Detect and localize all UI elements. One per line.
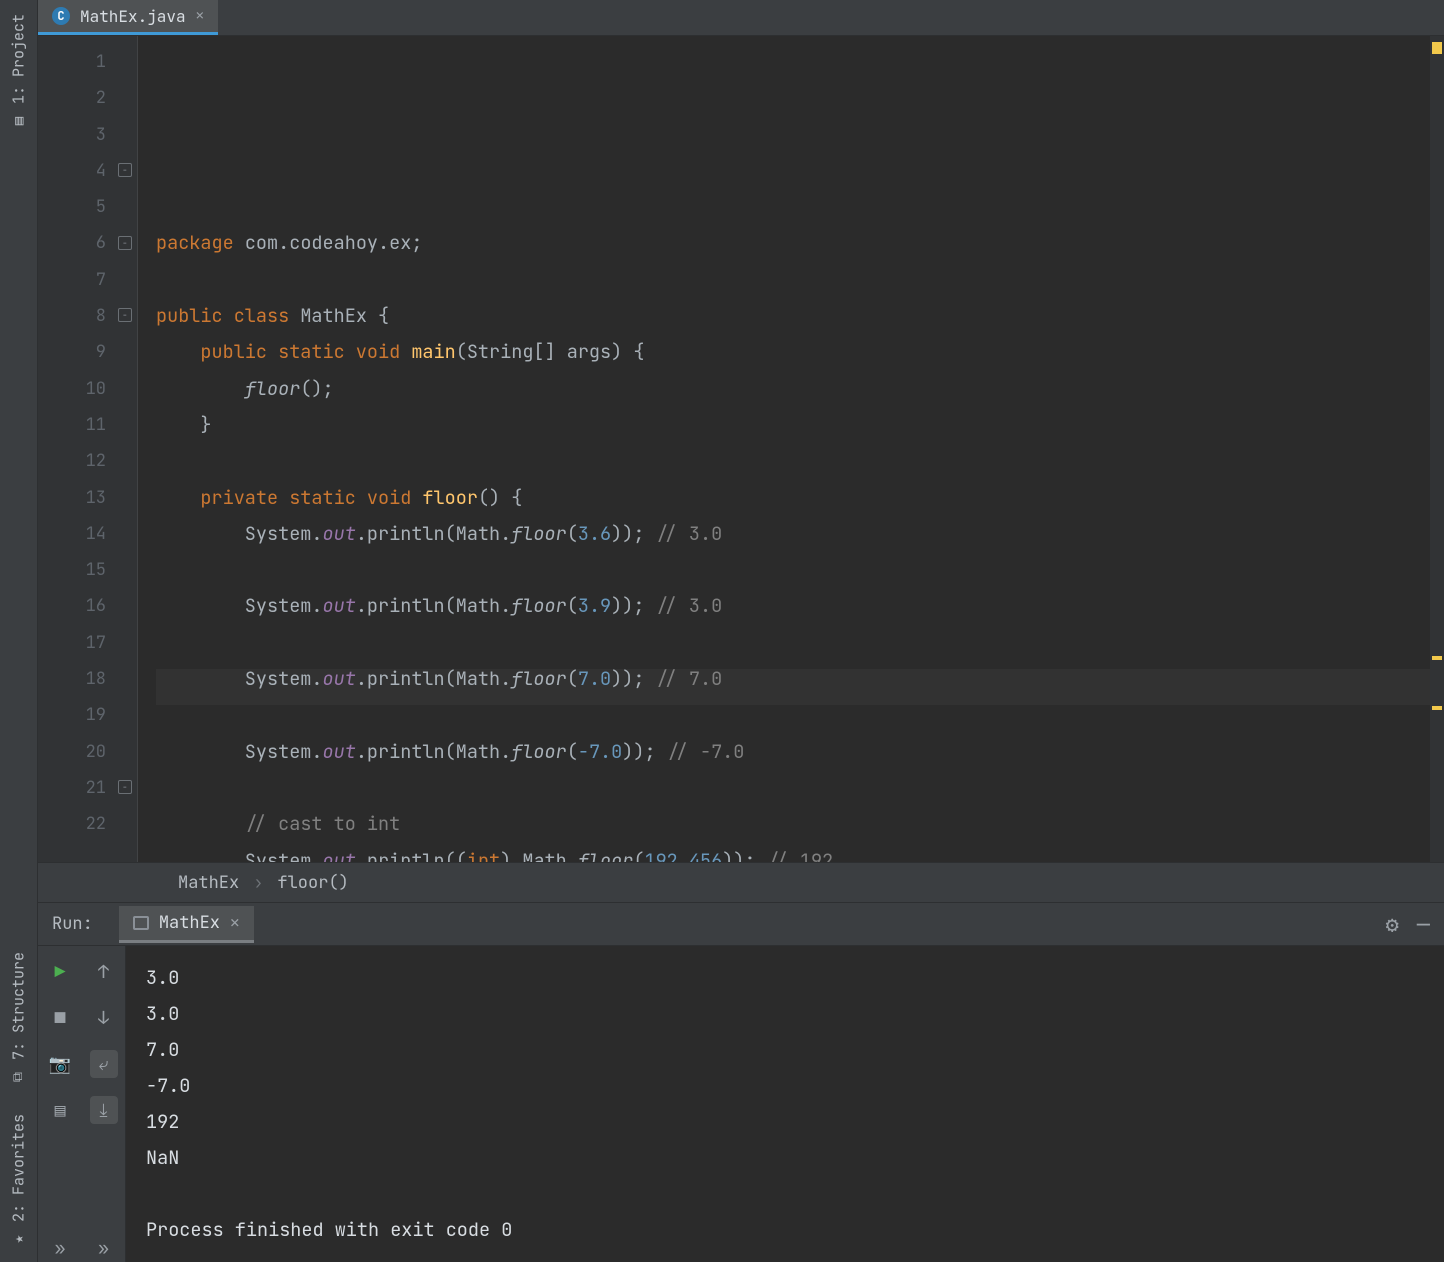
code-line[interactable]: package com.codeahoy.ex; [156,225,1430,261]
structure-icon: ⧉ [10,1072,28,1082]
line-number[interactable]: 21 [38,770,106,806]
gear-icon[interactable]: ⚙ [1386,910,1399,939]
code-line[interactable] [156,443,1430,479]
code-line[interactable] [156,697,1430,733]
fold-icon[interactable]: − [118,308,132,322]
line-number-gutter[interactable]: 12345678910111213141516171819202122 [38,36,116,862]
code-text-area[interactable]: package com.codeahoy.ex; public class Mat… [138,36,1430,862]
sidebar-structure[interactable]: ⧉ 7: Structure [0,938,37,1100]
console-output[interactable]: 3.0 3.0 7.0 -7.0 192 NaN Process finishe… [126,946,1444,1262]
close-icon[interactable]: ✕ [230,912,240,933]
code-line[interactable]: floor(); [156,371,1430,407]
code-line[interactable] [156,552,1430,588]
breadcrumb-item[interactable]: MathEx [178,872,239,894]
java-class-icon: C [52,7,70,25]
fold-icon[interactable]: − [118,780,132,794]
sidebar-favorites-label: 2: Favorites [9,1114,29,1222]
error-stripe[interactable] [1430,36,1444,862]
breadcrumb-item[interactable]: floor() [277,872,348,894]
line-number[interactable]: 7 [38,262,106,298]
line-number[interactable]: 8 [38,298,106,334]
warning-marker[interactable] [1432,42,1442,54]
sidebar-favorites[interactable]: ★ 2: Favorites [0,1100,37,1262]
code-line[interactable]: System.out.println(Math.floor(-7.0)); //… [156,734,1430,770]
camera-icon[interactable]: 📷 [46,1050,74,1078]
more-icon[interactable]: » [90,1234,118,1262]
line-number[interactable]: 10 [38,371,106,407]
stop-button[interactable]: ■ [46,1004,74,1032]
line-number[interactable]: 13 [38,480,106,516]
code-line[interactable] [156,262,1430,298]
line-number[interactable]: 19 [38,697,106,733]
layout-icon[interactable]: ▤ [46,1096,74,1124]
run-label: Run: [52,913,93,935]
line-number[interactable]: 20 [38,734,106,770]
run-config-name: MathEx [159,912,220,934]
close-icon[interactable]: ✕ [196,7,204,25]
line-number[interactable]: 3 [38,117,106,153]
minimize-icon[interactable]: — [1417,910,1430,939]
code-line[interactable]: } [156,407,1430,443]
soft-wrap-icon[interactable]: ⤶ [90,1050,118,1078]
more-icon[interactable]: » [46,1234,74,1262]
line-number[interactable]: 17 [38,625,106,661]
chevron-right-icon: › [253,872,263,894]
sidebar-structure-label: 7: Structure [9,952,29,1060]
line-number[interactable]: 9 [38,334,106,370]
folder-icon: ▤ [10,117,28,125]
line-number[interactable]: 14 [38,516,106,552]
sidebar-project-label: 1: Project [9,14,29,104]
run-button[interactable]: ▶ [46,958,74,986]
code-line[interactable]: // cast to int [156,806,1430,842]
editor-tab-bar: C MathEx.java ✕ [38,0,1444,36]
fold-column[interactable]: − − − − [116,36,138,862]
line-number[interactable]: 12 [38,443,106,479]
line-number[interactable]: 5 [38,189,106,225]
fold-icon[interactable]: − [118,236,132,250]
code-line[interactable] [156,770,1430,806]
code-line[interactable]: System.out.println(Math.floor(3.6)); // … [156,516,1430,552]
scroll-to-end-icon[interactable]: ⤓ [90,1096,118,1124]
fold-icon[interactable]: − [118,163,132,177]
line-number[interactable]: 11 [38,407,106,443]
line-number[interactable]: 4 [38,153,106,189]
code-line[interactable]: System.out.println((int) Math.floor(192.… [156,843,1430,862]
line-number[interactable]: 2 [38,80,106,116]
code-line[interactable]: System.out.println(Math.floor(7.0)); // … [156,661,1430,697]
up-arrow-icon[interactable]: ↑ [90,958,118,986]
star-icon: ★ [10,1235,28,1243]
sidebar-project[interactable]: ▤ 1: Project [0,0,37,144]
editor-tab-mathex[interactable]: C MathEx.java ✕ [38,0,218,35]
line-number[interactable]: 18 [38,661,106,697]
tab-filename: MathEx.java [80,6,186,27]
line-number[interactable]: 16 [38,588,106,624]
application-icon [133,916,149,930]
warning-marker[interactable] [1432,656,1442,660]
code-line[interactable]: private static void floor() { [156,480,1430,516]
line-number[interactable]: 6 [38,225,106,261]
warning-marker[interactable] [1432,706,1442,710]
code-line[interactable] [156,625,1430,661]
run-tool-window: ▶ ■ 📷 ▤ » ↑ ↓ ⤶ ⤓ » 3.0 3.0 7.0 -7.0 192… [38,946,1444,1262]
line-number[interactable]: 22 [38,806,106,842]
code-line[interactable]: System.out.println(Math.floor(3.9)); // … [156,588,1430,624]
run-tool-header: Run: MathEx ✕ ⚙ — [38,902,1444,946]
code-line[interactable]: public static void main(String[] args) { [156,334,1430,370]
code-line[interactable]: public class MathEx { [156,298,1430,334]
breadcrumb[interactable]: MathEx › floor() [38,862,1444,902]
down-arrow-icon[interactable]: ↓ [90,1004,118,1032]
line-number[interactable]: 1 [38,44,106,80]
run-config-tab[interactable]: MathEx ✕ [119,906,254,943]
line-number[interactable]: 15 [38,552,106,588]
code-editor[interactable]: 12345678910111213141516171819202122 − − … [38,36,1444,862]
